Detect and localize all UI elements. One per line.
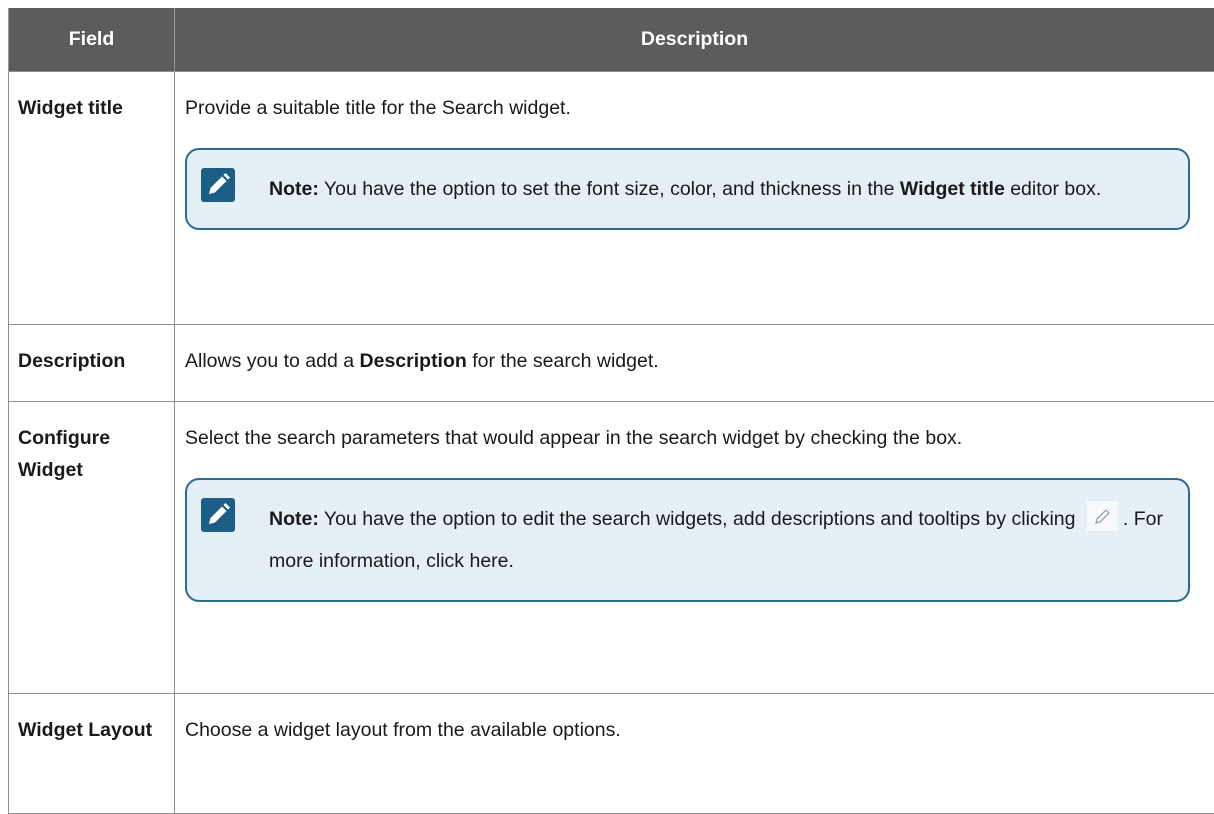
note-label: Note: <box>269 178 319 200</box>
note-box: Note: You have the option to edit the se… <box>185 478 1190 602</box>
header-field: Field <box>9 8 175 72</box>
table-header-row: Field Description <box>9 8 1214 72</box>
description-text-end: for the search widget. <box>467 350 659 372</box>
field-description: Choose a widget layout from the availabl… <box>175 694 1214 814</box>
description-text: Select the search parameters that would … <box>185 422 1190 454</box>
field-description: Select the search parameters that would … <box>175 402 1214 694</box>
note-text-end: editor box. <box>1005 178 1101 200</box>
description-bold-text: Description <box>360 350 467 372</box>
note-bold-text: Widget title <box>900 178 1005 200</box>
field-description: Allows you to add a Description for the … <box>175 325 1214 402</box>
pencil-icon <box>1087 501 1117 531</box>
field-name: Description <box>9 325 175 402</box>
note-text: You have the option to edit the search w… <box>319 508 1081 530</box>
note-box: Note: You have the option to set the fon… <box>185 148 1190 230</box>
table-row: Description Allows you to add a Descript… <box>9 325 1214 402</box>
field-name: Configure Widget <box>9 402 175 694</box>
field-name: Widget title <box>9 72 175 325</box>
note-pencil-icon <box>201 168 235 202</box>
note-pencil-icon <box>201 498 235 532</box>
table-row: Widget title Provide a suitable title fo… <box>9 72 1214 325</box>
field-description-table: Field Description Widget title Provide a… <box>8 8 1214 814</box>
note-label: Note: <box>269 508 319 530</box>
field-name: Widget Layout <box>9 694 175 814</box>
header-description: Description <box>175 8 1214 72</box>
note-text: You have the option to set the font size… <box>319 178 900 200</box>
description-text: Provide a suitable title for the Search … <box>185 92 1190 124</box>
table-row: Configure Widget Select the search param… <box>9 402 1214 694</box>
table-row: Widget Layout Choose a widget layout fro… <box>9 694 1214 814</box>
field-description: Provide a suitable title for the Search … <box>175 72 1214 325</box>
description-text: Allows you to add a <box>185 350 360 372</box>
